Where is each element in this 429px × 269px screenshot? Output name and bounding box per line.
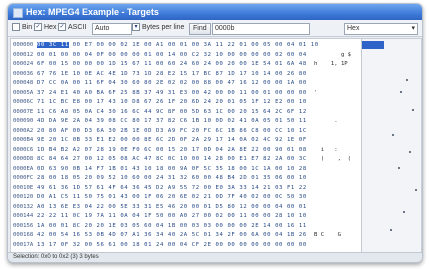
mode-value: Auto xyxy=(95,25,110,32)
row-address: 000000 xyxy=(13,42,34,48)
type-select[interactable]: Hex ▾ xyxy=(344,23,418,35)
row-address: 000156 xyxy=(13,222,34,229)
row-bytes[interactable]: 1A 00 01 8C 20 20 1E 03 05 60 04 1B 00 0… xyxy=(37,223,307,229)
row-ascii[interactable]: . xyxy=(314,118,337,124)
mode-select[interactable]: Auto xyxy=(92,23,132,35)
row-bytes[interactable]: 37 24 E1 40 A0 BA 6F 25 8B 37 49 31 E3 0… xyxy=(37,90,307,96)
ascii-dot xyxy=(390,229,392,231)
row-bytes[interactable]: A0 13 6E E3 04 22 00 5E 33 31 E5 46 20 0… xyxy=(37,204,307,210)
row-bytes[interactable]: 11 C6 A8 05 0A C4 30 16 6C 44 9C 8F 00 5… xyxy=(37,109,307,115)
row-address: 0000C6 xyxy=(13,146,34,153)
row-address: 00007E xyxy=(13,108,34,115)
ascii-dot xyxy=(412,109,414,111)
app-icon xyxy=(13,8,23,18)
bin-toggle[interactable]: Bin xyxy=(12,23,32,33)
row-ascii[interactable] xyxy=(314,185,317,191)
type-value: Hex xyxy=(347,25,360,32)
row-address: 0000EA xyxy=(13,165,34,172)
row-address: 000036 xyxy=(13,70,34,77)
hex-grid[interactable]: 000000 00 3C 11 00 E7 00 00 02 1E 00 A1 0… xyxy=(11,39,360,253)
hex-checkbox[interactable]: ✓ xyxy=(34,23,42,32)
row-bytes[interactable]: D7 CC 0A 00 11 6F 04 30 60 80 2E 02 02 0… xyxy=(37,80,307,86)
row-bytes[interactable]: 4D DA 9E 2A 04 39 08 CC 80 17 37 82 C6 1… xyxy=(37,118,307,124)
row-bytes[interactable]: 49 61 36 1D 57 61 4F 64 36 45 D2 A9 55 7… xyxy=(37,185,307,191)
find-value: 0000b xyxy=(215,25,235,32)
hex-label: Hex xyxy=(44,24,57,31)
row-ascii[interactable]: i : xyxy=(314,147,338,153)
row-address: 00017A xyxy=(13,241,34,248)
row-address: 000024 xyxy=(13,61,34,67)
ascii-dot xyxy=(403,211,405,213)
row-address: 000132 xyxy=(13,203,34,210)
row-address: 0000FC xyxy=(13,175,34,181)
selected-bytes[interactable]: 00 3C 11 xyxy=(37,42,69,48)
row-ascii[interactable]: g $ xyxy=(314,52,351,58)
ascii-toggle[interactable]: ✓ ASCII xyxy=(58,23,86,33)
ascii-dot xyxy=(415,189,417,191)
row-bytes[interactable]: D0 A1 C5 11 50 75 01 43 00 1F 06 20 6E 0… xyxy=(37,194,307,200)
row-bytes[interactable]: 13 17 0F 32 00 56 61 00 18 01 24 00 04 C… xyxy=(37,242,307,248)
ascii-dot xyxy=(398,167,400,169)
row-bytes[interactable]: 00 3C 11 00 E7 00 00 02 1E 00 A1 00 01 0… xyxy=(37,42,319,48)
row-address: 000012 xyxy=(13,51,34,58)
row-bytes[interactable]: 67 76 1E 10 0E AC 4E 1D 73 1D 28 E2 15 1… xyxy=(37,71,307,77)
ascii-dot xyxy=(409,151,411,153)
ascii-label: ASCII xyxy=(68,24,87,31)
find-label: Find xyxy=(193,25,207,32)
title-bar: Hex: MPEG4 Example - Targets xyxy=(8,4,422,20)
row-address: 000168 xyxy=(13,232,34,238)
hex-toggle[interactable]: ✓ Hex xyxy=(34,23,56,33)
chevron-down-icon: ▾ xyxy=(411,25,415,32)
hex-editor-window: Hex: MPEG4 Example - Targets Bin ✓ Hex ✓ A… xyxy=(7,3,423,263)
side-selection-marker xyxy=(362,41,384,49)
row-bytes[interactable]: 9E 20 1C 0B 33 E1 E2 00 00 8E 6C 2D 0F 2… xyxy=(37,137,307,143)
window-title: Hex: MPEG4 Example - Targets xyxy=(26,7,159,17)
row-bytes[interactable]: 22 22 11 0C 19 7A 11 0A 04 1F 50 00 A0 2… xyxy=(37,213,307,219)
status-bar: Selection: 0x0 to 0x2 (3) 3 bytes xyxy=(8,252,422,262)
row-ascii[interactable]: ( , ( xyxy=(314,156,351,162)
find-button[interactable]: Find xyxy=(189,23,211,35)
row-bytes[interactable]: 6F 00 15 00 00 00 1D 15 67 11 00 60 24 6… xyxy=(37,61,307,67)
ascii-checkbox[interactable]: ✓ xyxy=(58,23,66,32)
bin-label: Bin xyxy=(22,24,33,31)
row-bytes[interactable]: 00 01 00 00 04 0F 00 00 00 01 00 14 00 C… xyxy=(37,52,307,58)
row-ascii[interactable]: B C G xyxy=(314,232,341,238)
row-ascii[interactable]: ' xyxy=(314,90,317,96)
row-bytes[interactable]: 0D 63 90 0B 14 F7 1B 01 43 10 18 00 9A 0… xyxy=(37,166,307,172)
row-bytes[interactable]: 20 80 AF 00 D3 6A 30 2B 1E 0D D3 A9 FC 2… xyxy=(37,128,307,134)
row-address: 0000B4 xyxy=(13,137,34,143)
bytes-per-line-dropdown[interactable]: ▾ Bytes per line xyxy=(132,23,184,33)
row-address: 0000A2 xyxy=(13,127,34,134)
find-input[interactable]: 0000b xyxy=(212,23,310,35)
bin-checkbox[interactable] xyxy=(12,23,20,32)
row-address: 00010E xyxy=(13,184,34,191)
ascii-dot xyxy=(400,91,402,93)
row-bytes[interactable]: 71 1C BC E8 00 17 43 10 D8 67 26 1F 20 6… xyxy=(37,99,307,105)
chevron-down-icon: ▾ xyxy=(132,23,140,32)
row-bytes[interactable]: 1D B4 B2 A2 07 28 19 0E F0 6C 00 15 20 1… xyxy=(37,147,307,153)
status-text: Selection: 0x0 to 0x2 (3) 3 bytes xyxy=(13,254,99,260)
row-address: 000144 xyxy=(13,213,34,219)
row-address: 000048 xyxy=(13,80,34,86)
row-ascii[interactable]: h 1, 1P xyxy=(314,61,348,67)
toolbar: Bin ✓ Hex ✓ ASCII Auto ▾ Bytes per line Fin… xyxy=(8,20,422,37)
row-bytes[interactable]: 42 00 54 16 53 0B 4D 07 A1 36 34 40 2A 5… xyxy=(37,232,307,238)
ascii-dot xyxy=(406,79,408,81)
ascii-side-panel[interactable] xyxy=(361,39,421,253)
row-address: 0000D8 xyxy=(13,156,34,162)
row-address: 00005A xyxy=(13,89,34,96)
ascii-dot xyxy=(392,134,394,136)
row-address: 000120 xyxy=(13,194,34,200)
row-bytes[interactable]: 8C 84 64 27 00 12 05 08 AC 47 8C 0C 10 0… xyxy=(37,156,307,162)
hex-view[interactable]: 000000 00 3C 11 00 E7 00 00 02 1E 00 A1 0… xyxy=(10,38,422,254)
row-address: 00006C xyxy=(13,99,34,105)
row-address: 000090 xyxy=(13,118,34,124)
row-bytes[interactable]: 28 00 18 05 20 09 52 10 60 00 24 31 32 6… xyxy=(37,175,307,181)
bytes-per-line-label: Bytes per line xyxy=(142,24,185,31)
